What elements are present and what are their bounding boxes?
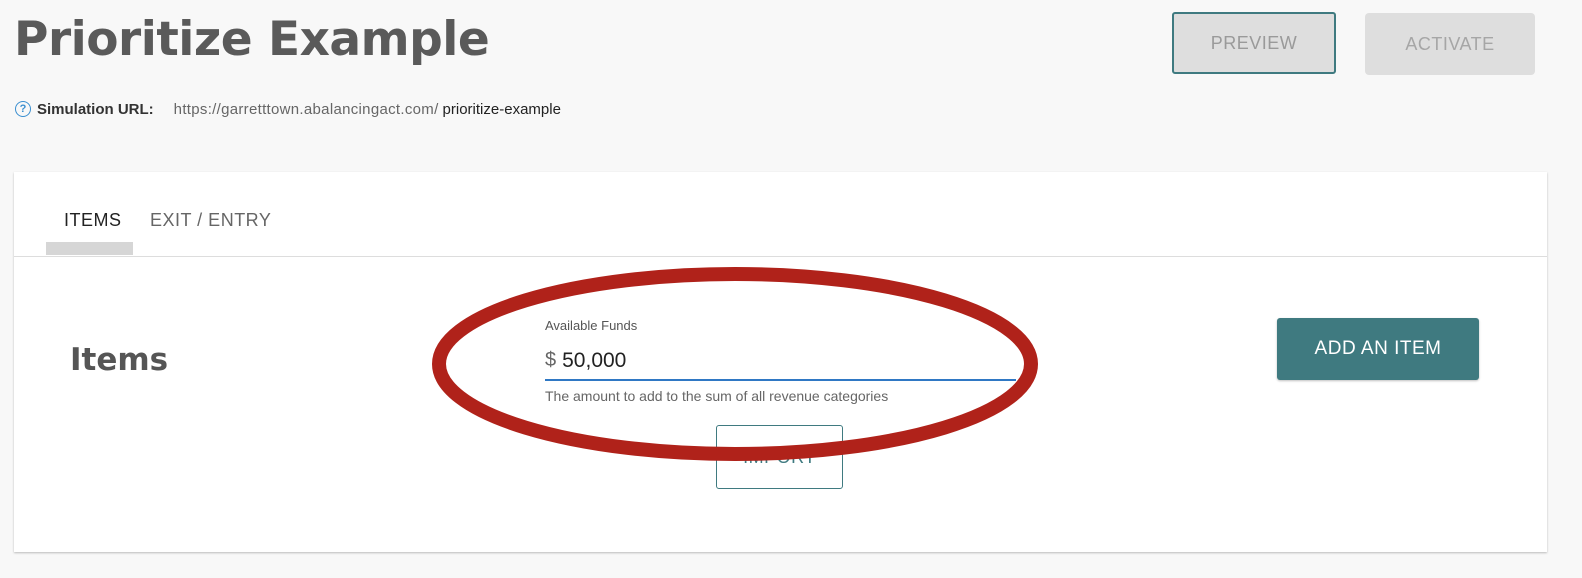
available-funds-field[interactable]: $ — [545, 342, 1016, 381]
help-circle-icon[interactable]: ? — [15, 101, 31, 117]
activate-button[interactable]: ACTIVATE — [1365, 13, 1535, 75]
items-heading: Items — [70, 342, 169, 378]
import-button[interactable]: IMPORT — [716, 425, 843, 489]
simulation-url-label: Simulation URL: — [37, 100, 154, 118]
available-funds-input[interactable] — [562, 348, 963, 373]
active-tab-indicator — [46, 242, 133, 255]
tab-items[interactable]: ITEMS — [64, 210, 122, 231]
simulation-url-row: ? Simulation URL: https://garretttown.ab… — [15, 97, 561, 121]
available-funds-label: Available Funds — [545, 318, 638, 333]
simulation-url-base: https://garretttown.abalancingact.com/ — [173, 100, 439, 118]
simulation-url-slug[interactable]: prioritize-example — [443, 101, 561, 118]
add-item-button[interactable]: ADD AN ITEM — [1277, 318, 1479, 380]
tab-exit-entry[interactable]: EXIT / ENTRY — [150, 210, 271, 231]
page-title: Prioritize Example — [14, 12, 490, 67]
items-card: ITEMS EXIT / ENTRY Items Available Funds… — [14, 172, 1547, 552]
tab-bar: ITEMS EXIT / ENTRY — [14, 172, 1547, 257]
available-funds-helper: The amount to add to the sum of all reve… — [545, 388, 889, 404]
preview-button[interactable]: PREVIEW — [1172, 12, 1336, 74]
currency-prefix: $ — [545, 349, 557, 371]
page: Prioritize Example PREVIEW ACTIVATE ? Si… — [0, 0, 1582, 578]
